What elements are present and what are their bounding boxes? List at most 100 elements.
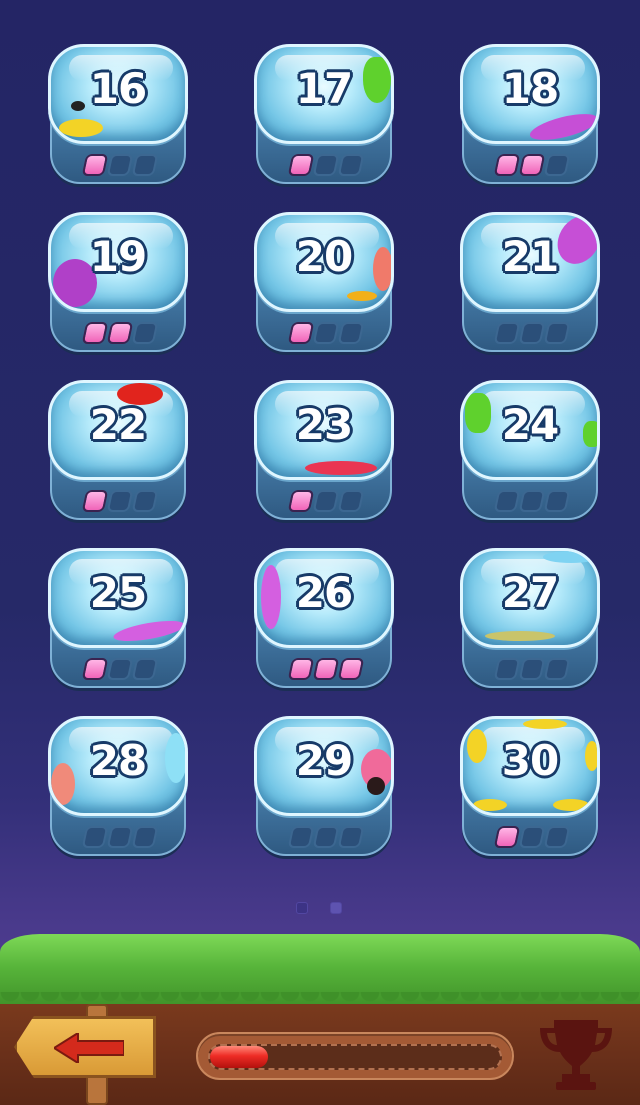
level-progress-bar	[196, 1032, 514, 1080]
star-gems	[287, 490, 365, 512]
level-tile-27[interactable]: 27	[460, 548, 600, 690]
gem-icon	[312, 154, 340, 176]
level-number: 29	[295, 736, 353, 785]
star-gems	[81, 658, 159, 680]
star-gems	[287, 826, 365, 848]
gem-icon	[312, 490, 340, 512]
gem-icon	[287, 154, 315, 176]
gem-icon	[337, 658, 365, 680]
gem-icon	[131, 826, 159, 848]
level-tile-23[interactable]: 23	[254, 380, 394, 522]
gem-icon	[337, 154, 365, 176]
gem-icon	[493, 490, 521, 512]
level-tile-25[interactable]: 25	[48, 548, 188, 690]
star-gems	[81, 322, 159, 344]
gem-icon	[543, 322, 571, 344]
level-number: 24	[501, 400, 559, 449]
gem-icon	[81, 658, 109, 680]
gem-icon	[543, 490, 571, 512]
gem-icon	[131, 322, 159, 344]
gem-icon	[518, 154, 546, 176]
star-gems	[287, 658, 365, 680]
page-dot[interactable]	[296, 902, 308, 914]
gem-icon	[518, 490, 546, 512]
gem-icon	[106, 658, 134, 680]
gem-icon	[131, 658, 159, 680]
level-number: 27	[501, 568, 559, 617]
level-number: 19	[89, 232, 147, 281]
gem-icon	[312, 826, 340, 848]
page-dot[interactable]	[330, 902, 342, 914]
gem-icon	[337, 322, 365, 344]
gem-icon	[493, 154, 521, 176]
level-number: 23	[295, 400, 353, 449]
gem-icon	[106, 322, 134, 344]
gem-icon	[81, 490, 109, 512]
gem-icon	[312, 322, 340, 344]
level-number: 18	[501, 64, 559, 113]
level-number: 20	[295, 232, 353, 281]
back-button[interactable]	[14, 1002, 160, 1105]
star-gems	[287, 154, 365, 176]
star-gems	[493, 322, 571, 344]
star-gems	[287, 322, 365, 344]
level-number: 17	[295, 64, 353, 113]
level-tile-19[interactable]: 19	[48, 212, 188, 354]
gem-icon	[518, 322, 546, 344]
level-tile-28[interactable]: 28	[48, 716, 188, 858]
level-number: 16	[89, 64, 147, 113]
star-gems	[493, 154, 571, 176]
level-number: 26	[295, 568, 353, 617]
gem-icon	[312, 658, 340, 680]
gem-icon	[337, 826, 365, 848]
level-tile-21[interactable]: 21	[460, 212, 600, 354]
gem-icon	[81, 154, 109, 176]
gem-icon	[337, 490, 365, 512]
gem-icon	[287, 826, 315, 848]
gem-icon	[106, 826, 134, 848]
back-arrow-icon	[54, 1033, 124, 1063]
gem-icon	[518, 826, 546, 848]
gem-icon	[493, 322, 521, 344]
star-gems	[493, 490, 571, 512]
progress-track	[208, 1044, 502, 1070]
level-number: 30	[501, 736, 559, 785]
level-tile-26[interactable]: 26	[254, 548, 394, 690]
level-tile-22[interactable]: 22	[48, 380, 188, 522]
gem-icon	[493, 826, 521, 848]
gem-icon	[81, 826, 109, 848]
gem-icon	[106, 154, 134, 176]
gem-icon	[131, 490, 159, 512]
gem-icon	[493, 658, 521, 680]
gem-icon	[131, 154, 159, 176]
star-gems	[493, 658, 571, 680]
level-number: 25	[89, 568, 147, 617]
level-tile-17[interactable]: 17	[254, 44, 394, 186]
star-gems	[81, 490, 159, 512]
gem-icon	[106, 490, 134, 512]
gem-icon	[518, 658, 546, 680]
gem-icon	[287, 322, 315, 344]
level-tile-16[interactable]: 16	[48, 44, 188, 186]
star-gems	[81, 154, 159, 176]
star-gems	[81, 826, 159, 848]
gem-icon	[543, 658, 571, 680]
progress-fill	[210, 1046, 268, 1068]
gem-icon	[543, 154, 571, 176]
page-indicator	[296, 902, 342, 914]
level-grid: 16 17 18 19 20 21 22 23 24 25 26 27 28 2…	[0, 0, 640, 880]
level-number: 21	[501, 232, 559, 281]
gem-icon	[81, 322, 109, 344]
level-tile-18[interactable]: 18	[460, 44, 600, 186]
level-tile-29[interactable]: 29	[254, 716, 394, 858]
level-number: 22	[89, 400, 147, 449]
gem-icon	[287, 658, 315, 680]
trophy-icon[interactable]	[536, 1016, 616, 1092]
gem-icon	[543, 826, 571, 848]
star-gems	[493, 826, 571, 848]
gem-icon	[287, 490, 315, 512]
level-tile-30[interactable]: 30	[460, 716, 600, 858]
level-number: 28	[89, 736, 147, 785]
level-tile-20[interactable]: 20	[254, 212, 394, 354]
level-tile-24[interactable]: 24	[460, 380, 600, 522]
